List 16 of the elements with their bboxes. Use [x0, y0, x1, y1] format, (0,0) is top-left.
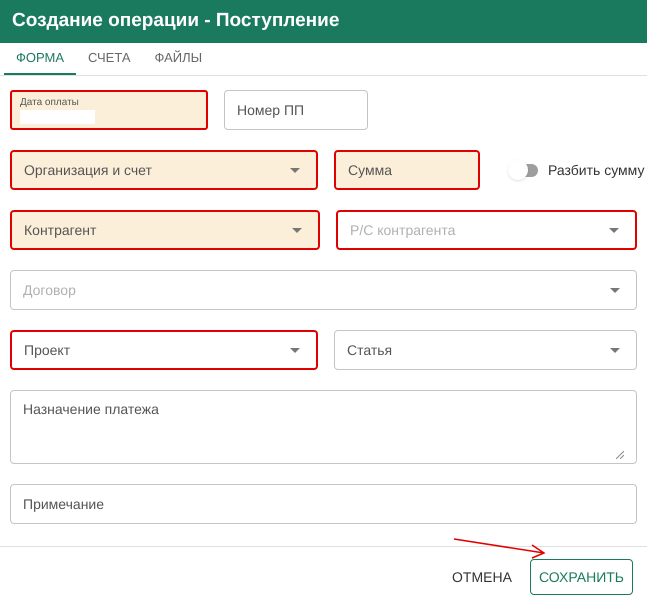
select-field[interactable]: Организация и счет — [10, 150, 318, 190]
textarea-field[interactable]: Назначение платежа — [10, 390, 637, 464]
date-field[interactable]: Дата оплаты — [10, 90, 208, 130]
input-field[interactable]: Примечание — [10, 484, 637, 524]
cancel-button[interactable]: ОТМЕНА — [448, 559, 516, 595]
tab[interactable]: ФАЙЛЫ — [142, 43, 214, 75]
select-field[interactable]: Проект — [10, 330, 318, 370]
select-field[interactable]: Статья — [334, 330, 637, 370]
input-field[interactable]: Номер ПП — [224, 90, 368, 130]
window-title: Создание операции - Поступление — [12, 9, 340, 34]
select-field[interactable]: Контрагент — [10, 210, 320, 250]
save-button[interactable]: СОХРАНИТЬ — [530, 559, 633, 595]
input-field[interactable]: Сумма — [334, 150, 480, 190]
tab[interactable]: СЧЕТА — [76, 43, 143, 75]
toggle-label: Разбить сумму — [548, 160, 644, 180]
field-label: Дата оплаты — [20, 96, 80, 108]
